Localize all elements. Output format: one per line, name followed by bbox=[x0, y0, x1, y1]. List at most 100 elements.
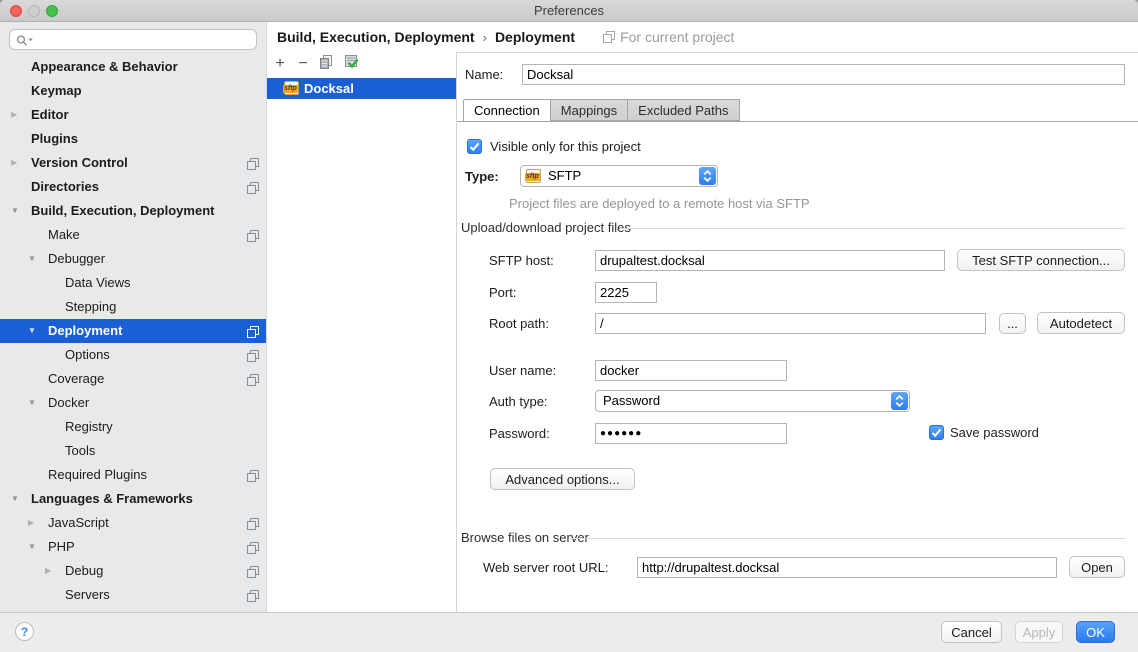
preferences-window: Preferences Appearance & BehaviorKeymap▶… bbox=[0, 0, 1138, 652]
tab-underline bbox=[457, 121, 1138, 122]
apply-button[interactable]: Apply bbox=[1015, 621, 1063, 643]
section-upload-label: Upload/download project files bbox=[461, 220, 631, 235]
sidebar-item-options[interactable]: Options bbox=[0, 343, 266, 367]
tab-connection[interactable]: Connection bbox=[463, 99, 551, 122]
select-stepper-icon[interactable] bbox=[891, 392, 908, 410]
current-project-icon bbox=[247, 565, 259, 577]
name-input[interactable] bbox=[522, 64, 1125, 85]
ok-button[interactable]: OK bbox=[1076, 621, 1115, 643]
tree-collapsed-arrow-icon[interactable]: ▶ bbox=[28, 511, 34, 535]
sidebar-item-label: Registry bbox=[65, 415, 113, 439]
visible-only-checkbox[interactable] bbox=[467, 139, 482, 154]
open-url-button[interactable]: Open bbox=[1069, 556, 1125, 578]
add-server-button[interactable]: + bbox=[271, 55, 289, 73]
sidebar-item-label: Keymap bbox=[31, 79, 82, 103]
root-path-input[interactable] bbox=[595, 313, 986, 334]
copy-server-button[interactable] bbox=[318, 55, 336, 73]
sidebar-item-label: Plugins bbox=[31, 127, 78, 151]
tab-bar: ConnectionMappingsExcluded Paths bbox=[463, 99, 740, 121]
sidebar-item-label: Editor bbox=[31, 103, 69, 127]
sidebar-item-languages-frameworks[interactable]: ▼ Languages & Frameworks bbox=[0, 487, 266, 511]
tree-expanded-arrow-icon[interactable]: ▼ bbox=[11, 487, 19, 511]
sidebar-item-registry[interactable]: Registry bbox=[0, 415, 266, 439]
password-label: Password: bbox=[489, 423, 550, 444]
tree-expanded-arrow-icon[interactable]: ▼ bbox=[28, 391, 36, 415]
sidebar-item-label: Make bbox=[48, 223, 80, 247]
server-item-docksal[interactable]: sftp Docksal bbox=[267, 78, 456, 99]
copy-icon bbox=[320, 55, 334, 70]
tree-expanded-arrow-icon[interactable]: ▼ bbox=[28, 535, 36, 559]
tree-collapsed-arrow-icon[interactable]: ▶ bbox=[11, 103, 17, 127]
servers-panel: + − sftp Docksal bbox=[267, 52, 457, 612]
auth-type-select[interactable]: Password bbox=[595, 390, 910, 412]
use-as-default-button[interactable] bbox=[342, 55, 360, 73]
breadcrumb-parent[interactable]: Build, Execution, Deployment bbox=[277, 29, 475, 45]
sidebar-item-label: Options bbox=[65, 343, 110, 367]
sidebar-item-make[interactable]: Make bbox=[0, 223, 266, 247]
tab-excluded-paths[interactable]: Excluded Paths bbox=[628, 99, 739, 121]
server-item-label: Docksal bbox=[304, 78, 354, 99]
sidebar-item-debugger[interactable]: ▼Debugger bbox=[0, 247, 266, 271]
scope-selector[interactable]: For current project bbox=[603, 29, 734, 45]
sftp-host-input[interactable] bbox=[595, 250, 945, 271]
current-project-icon bbox=[247, 541, 259, 553]
sidebar-item-tools[interactable]: Tools bbox=[0, 439, 266, 463]
select-stepper-icon[interactable] bbox=[699, 167, 716, 185]
visible-only-label: Visible only for this project bbox=[490, 136, 641, 157]
sidebar-item-editor[interactable]: ▶ Editor bbox=[0, 103, 266, 127]
tree-expanded-arrow-icon[interactable]: ▼ bbox=[28, 319, 36, 343]
tree-collapsed-arrow-icon[interactable]: ▶ bbox=[11, 151, 17, 175]
help-button[interactable]: ? bbox=[15, 622, 34, 641]
sidebar-item-debug[interactable]: ▶ Debug bbox=[0, 559, 266, 583]
sidebar-item-required-plugins[interactable]: Required Plugins bbox=[0, 463, 266, 487]
current-project-icon bbox=[603, 31, 615, 43]
current-project-icon bbox=[247, 325, 259, 337]
check-icon bbox=[469, 142, 480, 152]
sidebar-item-data-views[interactable]: Data Views bbox=[0, 271, 266, 295]
user-name-input[interactable] bbox=[595, 360, 787, 381]
sidebar-item-stepping[interactable]: Stepping bbox=[0, 295, 266, 319]
sidebar-item-servers[interactable]: Servers bbox=[0, 583, 266, 607]
auth-type-value: Password bbox=[603, 391, 660, 411]
sidebar-item-label: Deployment bbox=[48, 319, 122, 343]
sidebar-item-appearance-behavior[interactable]: Appearance & Behavior bbox=[0, 55, 266, 79]
footer-bar: ? Cancel Apply OK bbox=[0, 612, 1138, 652]
sidebar-item-php[interactable]: ▼PHP bbox=[0, 535, 266, 559]
tree-expanded-arrow-icon[interactable]: ▼ bbox=[28, 247, 36, 271]
remove-server-button[interactable]: − bbox=[294, 55, 312, 73]
sidebar-item-label: Appearance & Behavior bbox=[31, 55, 178, 79]
auth-type-label: Auth type: bbox=[489, 391, 548, 412]
cancel-button[interactable]: Cancel bbox=[941, 621, 1002, 643]
sidebar-item-build-execution-deployment[interactable]: ▼ Build, Execution, Deployment bbox=[0, 199, 266, 223]
tree-collapsed-arrow-icon[interactable]: ▶ bbox=[45, 559, 51, 583]
current-project-icon bbox=[247, 349, 259, 361]
autodetect-button[interactable]: Autodetect bbox=[1037, 312, 1125, 334]
sidebar-item-plugins[interactable]: Plugins bbox=[0, 127, 266, 151]
settings-sidebar: Appearance & BehaviorKeymap ▶ EditorPlugin… bbox=[0, 22, 267, 612]
tab-mappings[interactable]: Mappings bbox=[551, 99, 628, 121]
type-hint: Project files are deployed to a remote h… bbox=[509, 196, 810, 211]
window-title: Preferences bbox=[0, 0, 1138, 22]
sidebar-item-label: Languages & Frameworks bbox=[31, 487, 193, 511]
sidebar-item-label: Debug bbox=[65, 559, 103, 583]
tree-expanded-arrow-icon[interactable]: ▼ bbox=[11, 199, 19, 223]
sidebar-item-version-control[interactable]: ▶Version Control bbox=[0, 151, 266, 175]
user-name-label: User name: bbox=[489, 360, 556, 381]
save-password-checkbox[interactable] bbox=[929, 425, 944, 440]
sidebar-item-coverage[interactable]: Coverage bbox=[0, 367, 266, 391]
advanced-options-button[interactable]: Advanced options... bbox=[490, 468, 635, 490]
sidebar-item-docker[interactable]: ▼Docker bbox=[0, 391, 266, 415]
test-sftp-connection-button[interactable]: Test SFTP connection... bbox=[957, 249, 1125, 271]
current-project-icon bbox=[247, 589, 259, 601]
sidebar-item-keymap[interactable]: Keymap bbox=[0, 79, 266, 103]
sidebar-item-directories[interactable]: Directories bbox=[0, 175, 266, 199]
web-root-input[interactable] bbox=[637, 557, 1057, 578]
sidebar-item-javascript[interactable]: ▶JavaScript bbox=[0, 511, 266, 535]
browse-root-path-button[interactable]: ... bbox=[999, 313, 1026, 334]
port-input[interactable] bbox=[595, 282, 657, 303]
sidebar-item-deployment[interactable]: ▼ Deployment bbox=[0, 319, 266, 343]
sidebar-item-label: Build, Execution, Deployment bbox=[31, 199, 214, 223]
check-icon bbox=[931, 428, 942, 438]
password-input[interactable] bbox=[595, 423, 787, 444]
type-select[interactable]: sftp SFTP bbox=[520, 165, 718, 187]
